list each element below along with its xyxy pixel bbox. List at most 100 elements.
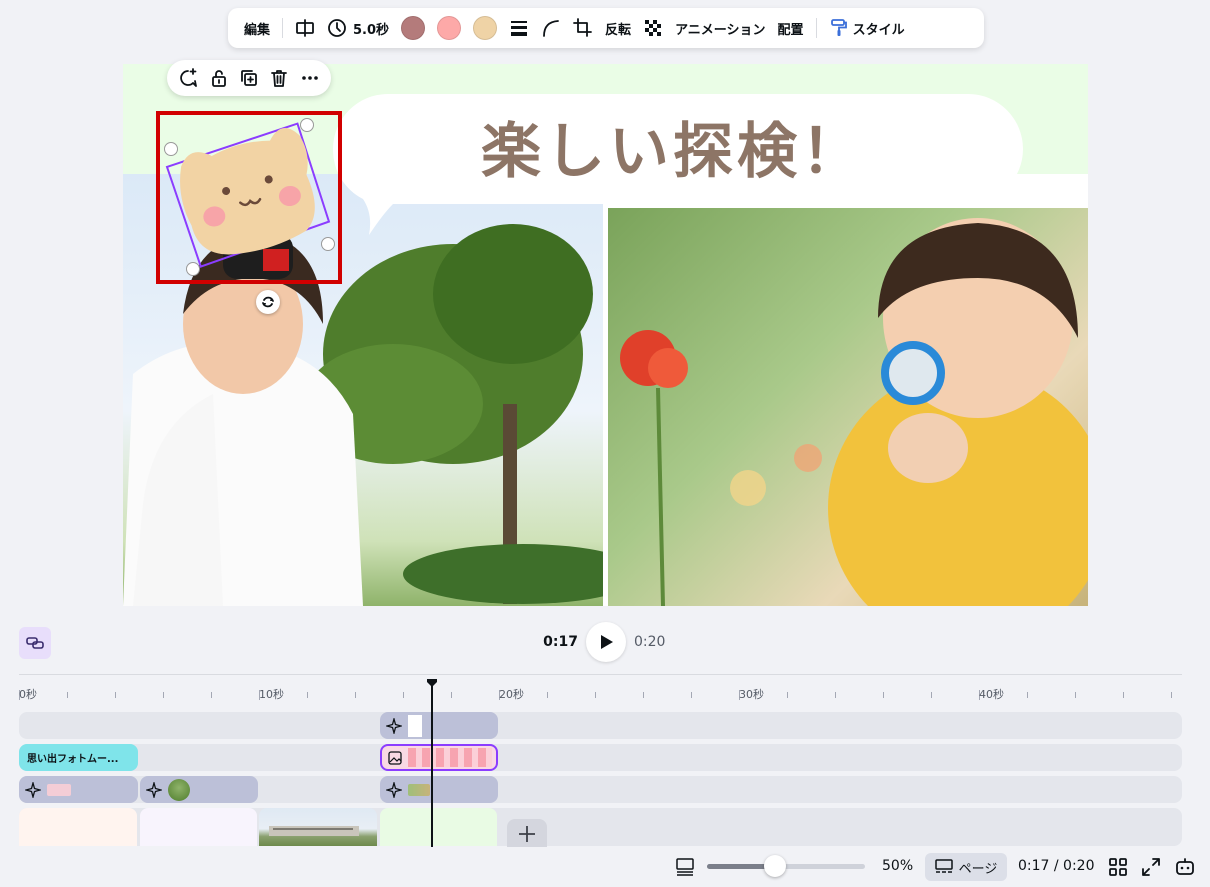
text-clip[interactable]: 思い出フォトムー...: [19, 744, 138, 771]
more-button[interactable]: [297, 65, 323, 91]
ruler-label: 20秒: [499, 688, 524, 701]
photo-boy-magnifier-art: [620, 218, 1088, 606]
element-clip[interactable]: [19, 776, 138, 803]
ruler-tick: [931, 692, 932, 698]
context-toolbar: 編集 5.0秒 反転 アニメーション 配置 スタイル: [228, 8, 984, 48]
ruler-label: 0秒: [19, 688, 37, 701]
resize-handle-tl[interactable]: [164, 142, 178, 156]
school-building-thumbnail: [269, 826, 359, 836]
ruler-tick: [451, 692, 452, 698]
plus-icon: [519, 826, 535, 842]
transparency-button[interactable]: [637, 12, 669, 44]
paint-roller-icon: [830, 19, 847, 36]
element-clip[interactable]: [380, 712, 498, 739]
curve-icon: [543, 20, 559, 37]
unlock-icon: [211, 70, 226, 87]
ruler-tick: [163, 692, 164, 698]
assistant-icon[interactable]: [1174, 856, 1196, 878]
current-time: 0:17: [543, 634, 578, 650]
ruler-tick: [691, 692, 692, 698]
playhead-knob-icon[interactable]: [426, 678, 438, 688]
page-thumbnail-2[interactable]: [140, 808, 257, 846]
ruler-tick: [1123, 692, 1124, 698]
total-time: 0:20: [634, 634, 666, 650]
fullscreen-icon[interactable]: [1141, 857, 1161, 877]
clock-icon: [328, 19, 346, 37]
clip-thumbnail: [47, 783, 71, 796]
flip-position-button[interactable]: [289, 12, 321, 44]
color-swatch-2[interactable]: [437, 16, 462, 40]
corner-rounding-button[interactable]: [535, 12, 567, 44]
flip-button[interactable]: 反転: [599, 12, 637, 44]
split-icon: [296, 19, 314, 37]
zoom-value[interactable]: 50%: [882, 858, 913, 874]
color-swatch-3[interactable]: [473, 16, 498, 40]
text-clip-label: 思い出フォトムー...: [27, 754, 119, 765]
edit-button[interactable]: 編集: [238, 12, 276, 44]
delete-button[interactable]: [266, 65, 292, 91]
selected-image-clip[interactable]: [380, 744, 498, 771]
ruler-tick: [835, 692, 836, 698]
element-toolbar: [167, 60, 331, 96]
design-title[interactable]: 楽しい探検！: [443, 112, 903, 192]
element-clip[interactable]: [380, 776, 498, 803]
ruler-tick: [547, 692, 548, 698]
trash-icon: [271, 70, 288, 87]
crop-icon: [573, 18, 592, 37]
page-thumbnail-1[interactable]: [19, 808, 137, 846]
resize-handle-bl[interactable]: [186, 262, 200, 276]
toolbar-divider: [282, 18, 284, 38]
notes-icon[interactable]: [675, 857, 695, 877]
ruler-tick: [1075, 692, 1076, 698]
page-thumbnail-4[interactable]: [380, 808, 497, 846]
border-style-button[interactable]: [503, 12, 535, 44]
play-button[interactable]: [586, 622, 626, 662]
zoom-slider-thumb[interactable]: [764, 855, 786, 877]
ruler-label: 40秒: [979, 688, 1004, 701]
sparkle-shape-icon: [386, 781, 402, 798]
resize-handle-tr[interactable]: [300, 118, 314, 132]
ruler-tick: [1027, 692, 1028, 698]
play-icon: [601, 635, 613, 649]
element-clip[interactable]: [140, 776, 258, 803]
duration-button[interactable]: 5.0秒: [321, 12, 395, 44]
ruler-tick: [211, 692, 212, 698]
pages-label: ページ: [958, 861, 998, 877]
resize-handle-br[interactable]: [321, 237, 335, 251]
ruler-tick: [115, 692, 116, 698]
ruler-tick: [595, 692, 596, 698]
link-icon: [26, 637, 44, 649]
comment-add-icon: [180, 68, 198, 87]
lock-button[interactable]: [206, 65, 232, 91]
ruler-tick: [1171, 692, 1172, 698]
pages-view-button[interactable]: ページ: [925, 853, 1007, 881]
duplicate-button[interactable]: [236, 65, 262, 91]
track-row[interactable]: [19, 744, 1182, 771]
bear-sticker[interactable]: [160, 115, 340, 280]
clip-thumbnail: [408, 714, 422, 737]
photo-boy-magnifier[interactable]: [608, 208, 1088, 606]
image-icon: [388, 750, 402, 765]
ruler-tick: [307, 692, 308, 698]
style-label: スタイル: [852, 22, 905, 38]
animation-button[interactable]: アニメーション: [669, 12, 771, 44]
color-swatch-1[interactable]: [401, 16, 426, 40]
ruler-tick: [403, 692, 404, 698]
ruler-tick: [67, 692, 68, 698]
clip-thumbnail: [408, 748, 492, 767]
crop-button[interactable]: [567, 12, 599, 44]
style-button[interactable]: スタイル: [823, 12, 911, 44]
comment-button[interactable]: [175, 65, 201, 91]
track-row[interactable]: [19, 712, 1182, 739]
timeline-toggle-button[interactable]: [19, 627, 51, 659]
playhead[interactable]: [431, 686, 433, 848]
arrange-button[interactable]: 配置: [772, 12, 810, 44]
duration-label: 5.0秒: [353, 22, 390, 38]
sparkle-shape-icon: [146, 781, 162, 798]
grid-view-icon[interactable]: [1108, 857, 1128, 877]
sparkle-shape-icon: [25, 781, 41, 798]
rotate-handle[interactable]: [256, 290, 280, 314]
time-readout: 0:17 / 0:20: [1018, 858, 1095, 874]
clip-thumbnail: [168, 778, 190, 801]
page-thumbnail-3[interactable]: [259, 808, 377, 846]
